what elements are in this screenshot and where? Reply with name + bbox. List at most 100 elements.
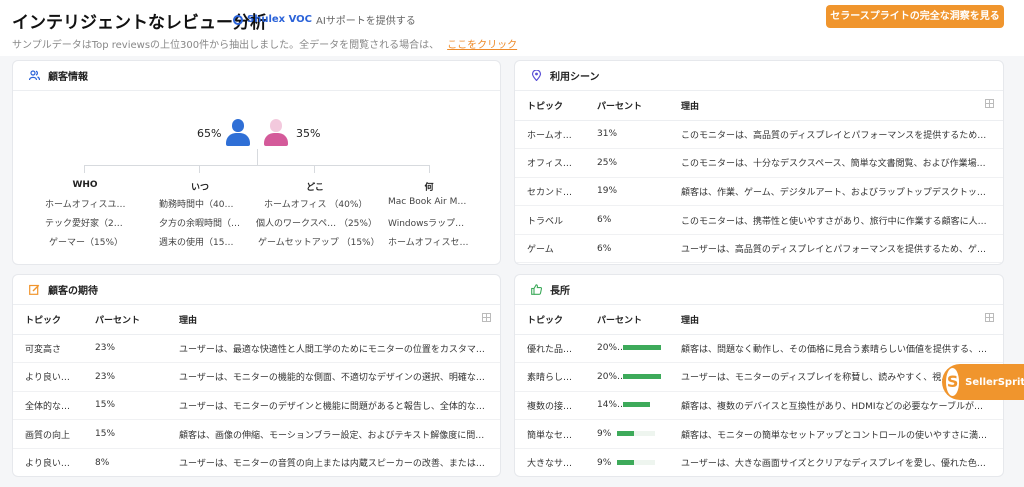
percent-value: 14% [597, 400, 618, 411]
tree-connector [199, 165, 200, 173]
table-row[interactable]: 可変高さ 23% ユーザーは、最適な快適性と人間工学のためにモニターの位置をカスタマ… [13, 334, 500, 364]
topic-cell: 簡単なセ… [515, 419, 585, 449]
percent-bar [617, 431, 656, 437]
column-header-topic: トピック [515, 305, 585, 335]
percent-cell: 9% [585, 419, 669, 449]
who-item: ゲーマー（15%） [49, 238, 124, 248]
edit-icon [29, 284, 40, 295]
table-header-row: トピック パーセント 理由 [515, 305, 1003, 335]
table-row[interactable]: ゲーム 6% ユーザーは、高品質のディスプレイとパフォーマンスを提供するため、ゲ… [515, 234, 1003, 264]
table-row[interactable]: 素晴らし… 20% ユーザーは、モニターのディスプレイを称賛し、読みやすく、視… [515, 362, 1003, 392]
where-item: 個人のワークスペ… （25%） [256, 219, 377, 229]
percent-bar-fill [623, 373, 662, 379]
what-item: ホームオフィスセ… [388, 238, 469, 248]
table-row[interactable]: トラベル 6% このモニターは、携帯性と使いやすさがあり、旅行中に作業する顧客に人… [515, 205, 1003, 235]
percent-cell: 9% [585, 448, 669, 476]
sellersprite-logo-icon: S [946, 368, 960, 396]
percent-value: 9% [597, 429, 612, 440]
customer-expectations-table: トピック パーセント 理由 可変高さ 23% ユーザーは、最適な快適性と人間工学のた… [13, 305, 500, 476]
percent-bar-fill [623, 402, 650, 408]
sellersprite-floating-button[interactable]: S SellerSprite [942, 364, 1024, 400]
topic-cell: より良い… [13, 362, 83, 392]
tree-connector [429, 165, 430, 173]
percent-bar [623, 373, 662, 379]
female-icon [264, 119, 288, 147]
table-row[interactable]: 優れた品… 20% 顧客は、問題なく動作し、その価格に見合う素晴らしい価値を提供する… [515, 334, 1003, 364]
percent-cell: 23% [83, 334, 167, 364]
customer-expectations-title: 顧客の期待 [48, 286, 98, 297]
column-header-what: 何 [424, 183, 434, 193]
topic-cell: 可変高さ [13, 334, 83, 364]
reason-cell: このモニターは、高品質のディスプレイとパフォーマンスを提供するため… [669, 120, 1003, 150]
percent-bar-fill [617, 431, 635, 437]
when-item: 勤務時間中（40… [159, 200, 234, 210]
column-header-percent: パーセント [585, 91, 669, 121]
column-header-when: いつ [190, 183, 209, 193]
percent-bar [623, 345, 662, 351]
columns-settings-icon[interactable] [985, 99, 994, 109]
table-row[interactable]: 全体的な… 15% ユーザーは、モニターのデザインと機能に問題があると報告し、全体的… [13, 391, 500, 421]
when-item: 週末の使用（15… [159, 238, 234, 248]
percent-cell: 19% [585, 177, 669, 207]
table-row[interactable]: セカンド… 19% 顧客は、作業、ゲーム、デジタルアート、およびラップトップデスクト… [515, 177, 1003, 207]
column-header-topic: トピック [515, 91, 585, 121]
percent-value: 20% [597, 371, 618, 382]
reason-cell: ユーザーは、モニターの音質の向上または内蔵スピーカーの改善、または… [167, 448, 500, 476]
topic-cell: ゲーム [515, 234, 585, 264]
male-icon [226, 119, 250, 147]
reason-cell: ユーザーは、大きな画面サイズとクリアなディスプレイを愛し、優れた色… [669, 448, 1003, 476]
column-header-who: WHO [72, 180, 98, 190]
table-row[interactable]: オフィス… 25% このモニターは、十分なデスクスペース、簡単な文書閲覧、および作業… [515, 148, 1003, 178]
female-percent: 35% [296, 127, 321, 140]
tree-connector [314, 165, 315, 173]
table-row[interactable]: より良い… 23% ユーザーは、モニターの機能的な側面、不適切なデザインの選択、明確… [13, 362, 500, 392]
topic-cell: より良い… [13, 448, 83, 476]
table-row[interactable]: ホームオ… 31% このモニターは、高品質のディスプレイとパフォーマンスを提供するた… [515, 120, 1003, 150]
page-subtitle: サンプルデータはTop reviewsの上位300件から抽出しました。全データを… [12, 36, 517, 51]
column-header-percent: パーセント [83, 305, 167, 335]
topic-cell: 素晴らし… [515, 362, 585, 392]
column-header-percent: パーセント [585, 305, 669, 335]
users-icon [28, 70, 41, 81]
reason-cell: このモニターは、十分なデスクスペース、簡単な文書閲覧、および作業場… [669, 148, 1003, 178]
brand-name: Shulex VOC [247, 14, 312, 25]
topic-cell: ホームオ… [515, 120, 585, 150]
columns-settings-icon[interactable] [985, 313, 994, 323]
customer-info-title: 顧客情報 [48, 72, 88, 83]
column-header-where: どこ [306, 183, 324, 193]
strengths-title: 長所 [550, 286, 570, 297]
full-insights-button[interactable]: セラースプライトの完全な洞察を見る [826, 5, 1004, 28]
strengths-table: トピック パーセント 理由 優れた品… 20% 顧客は、問題なく動作し、その価格に見… [515, 305, 1003, 476]
column-header-reason: 理由 [167, 305, 470, 335]
percent-cell: 20% [585, 334, 669, 364]
reason-cell: ユーザーは、高品質のディスプレイとパフォーマンスを提供するため、ゲ… [669, 234, 1003, 264]
topic-cell: 画質の向上 [13, 419, 83, 449]
reason-cell: ユーザーは、モニターのデザインと機能に問題があると報告し、全体的な… [167, 391, 500, 421]
topic-cell: トラベル [515, 205, 585, 235]
table-row[interactable]: 大きなサ… 9% ユーザーは、大きな画面サイズとクリアなディスプレイを愛し、優れた色… [515, 448, 1003, 476]
view-all-link[interactable]: ここをクリック [447, 40, 517, 51]
table-row[interactable]: 複数の接… 14% 顧客は、複数のデバイスと互換性があり、HDMIなどの必要なケーブ… [515, 391, 1003, 421]
percent-bar [623, 402, 662, 408]
table-row[interactable]: 簡単なセ… 9% 顧客は、モニターの簡単なセットアップとコントロールの使いやすさに満… [515, 419, 1003, 449]
columns-settings-icon[interactable] [482, 313, 491, 323]
who-item: ホームオフィスユ… [45, 200, 126, 210]
strengths-header: 長所 [515, 275, 1003, 305]
percent-cell: 15% [83, 391, 167, 421]
customer-expectations-card: 顧客の期待 トピック パーセント 理由 可変高さ 23% ユーザーは、最適な快適性と… [12, 274, 501, 477]
percent-cell: 25% [585, 148, 669, 178]
location-pin-icon [531, 69, 542, 82]
subtitle-text: サンプルデータはTop reviewsの上位300件から抽出しました。全データを… [12, 40, 440, 51]
percent-cell: 31% [585, 120, 669, 150]
male-percent: 65% [197, 127, 222, 140]
table-row[interactable]: 画質の向上 15% 顧客は、画像の伸縮、モーションブラー設定、およびテキスト解像度に… [13, 419, 500, 449]
percent-value: 9% [597, 457, 612, 468]
who-item: テック愛好家（2… [45, 219, 123, 229]
percent-cell: 15% [83, 419, 167, 449]
topic-cell: 複数の接… [515, 391, 585, 421]
topic-cell: オフィス… [515, 148, 585, 178]
reason-cell: 顧客は、画像の伸縮、モーションブラー設定、およびテキスト解像度に問… [167, 419, 500, 449]
reason-cell: 顧客は、問題なく動作し、その価格に見合う素晴らしい価値を提供する、… [669, 334, 1003, 364]
table-row[interactable]: より良い… 8% ユーザーは、モニターの音質の向上または内蔵スピーカーの改善、または… [13, 448, 500, 476]
usage-scenes-title: 利用シーン [550, 72, 600, 83]
